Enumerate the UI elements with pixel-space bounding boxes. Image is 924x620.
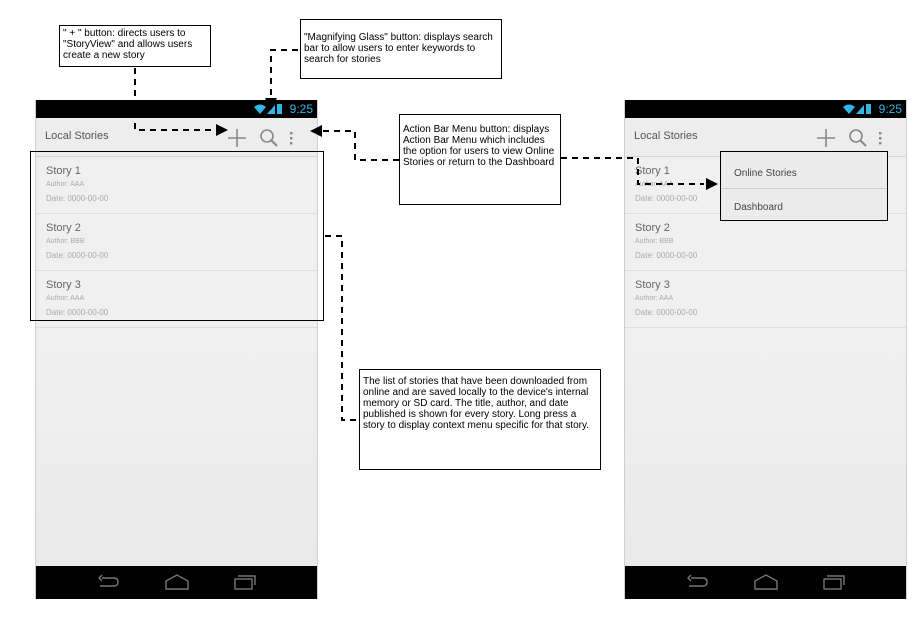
connector-list <box>325 235 358 421</box>
arrow-menu-right <box>706 178 718 190</box>
connector-overlay <box>134 49 718 421</box>
arrow-search <box>265 98 277 110</box>
connector-search <box>270 49 298 98</box>
arrow-menu-left <box>310 125 322 137</box>
connector-plus <box>134 68 215 131</box>
arrow-plus <box>216 124 228 136</box>
connector-menu-left <box>320 130 399 161</box>
connector-menu-right <box>561 157 704 185</box>
